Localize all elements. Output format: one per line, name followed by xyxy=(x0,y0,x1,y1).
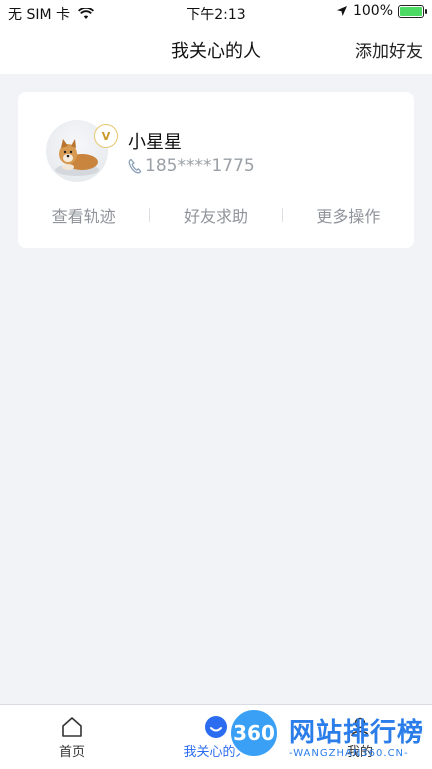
nav-header: 我关心的人 添加好友 xyxy=(0,24,432,74)
home-icon xyxy=(62,717,82,737)
phone-icon xyxy=(128,158,142,174)
status-right: 100% xyxy=(336,3,427,19)
watermark-subtitle: -WANGZHAN360.CN- xyxy=(289,748,409,759)
contact-card[interactable]: V 小星星 185****1775 查看轨迹 好友求助 更多操作 xyxy=(18,92,414,248)
more-actions-button[interactable]: 更多操作 xyxy=(283,203,414,227)
view-track-button[interactable]: 查看轨迹 xyxy=(18,203,149,227)
tab-home-label: 首页 xyxy=(58,745,85,760)
contact-phone[interactable]: 185****1775 xyxy=(128,156,255,176)
phone-number: 185****1775 xyxy=(145,156,255,176)
vip-badge: V xyxy=(94,124,118,148)
battery-icon xyxy=(398,4,427,18)
add-friend-button[interactable]: 添加好友 xyxy=(355,37,423,62)
friend-help-button[interactable]: 好友求助 xyxy=(150,203,281,227)
watermark-logo: 360 xyxy=(229,708,279,758)
watermark: 360 网站排行榜 -WANGZHAN360.CN- xyxy=(205,706,432,768)
tab-home[interactable]: 首页 xyxy=(0,705,144,769)
watermark-title: 网站排行榜 xyxy=(289,718,425,748)
location-arrow-icon xyxy=(336,6,347,16)
card-actions: 查看轨迹 好友求助 更多操作 xyxy=(18,202,414,228)
contact-name: 小星星 xyxy=(128,132,182,153)
status-bar: 无 SIM 卡 下午2:13 100% xyxy=(0,0,432,24)
battery-percent: 100% xyxy=(352,3,393,19)
